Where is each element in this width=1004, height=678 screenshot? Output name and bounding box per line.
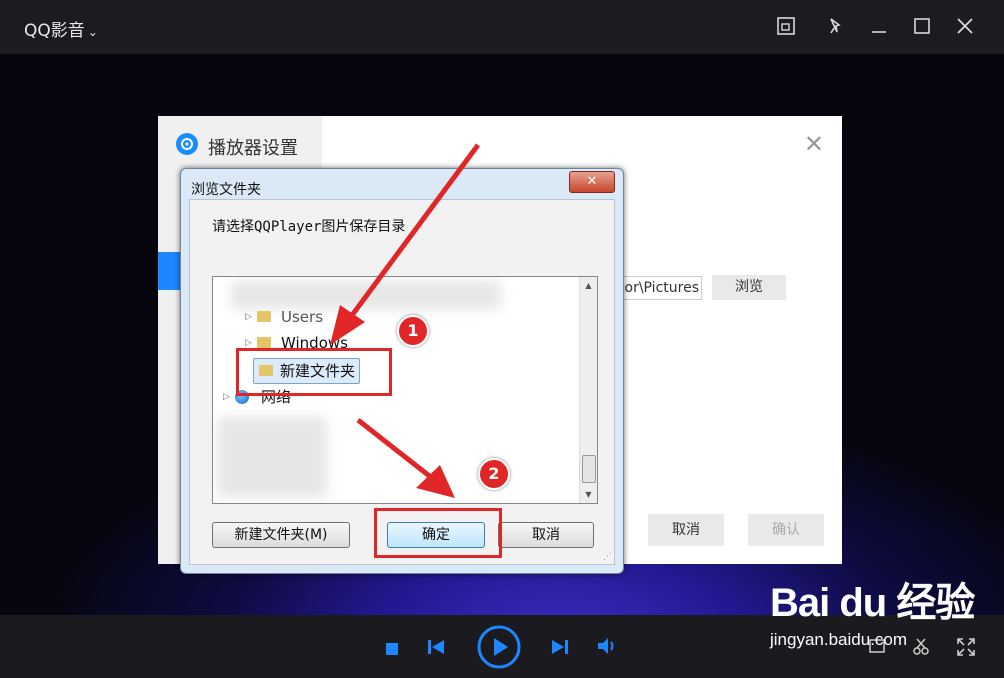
- volume-icon[interactable]: [598, 638, 618, 658]
- step-badge-2: 2: [478, 458, 510, 490]
- watermark-url: jingyan.baidu.com: [770, 630, 908, 649]
- play-icon[interactable]: [476, 624, 522, 674]
- next-icon[interactable]: [552, 639, 568, 658]
- stop-icon[interactable]: [386, 640, 398, 659]
- baidu-watermark: Bai du 经验 jingyan.baidu.com: [770, 570, 975, 650]
- step-badge-1: 1: [397, 315, 429, 347]
- previous-icon[interactable]: [428, 639, 444, 658]
- watermark-brand: Bai du 经验: [770, 581, 975, 625]
